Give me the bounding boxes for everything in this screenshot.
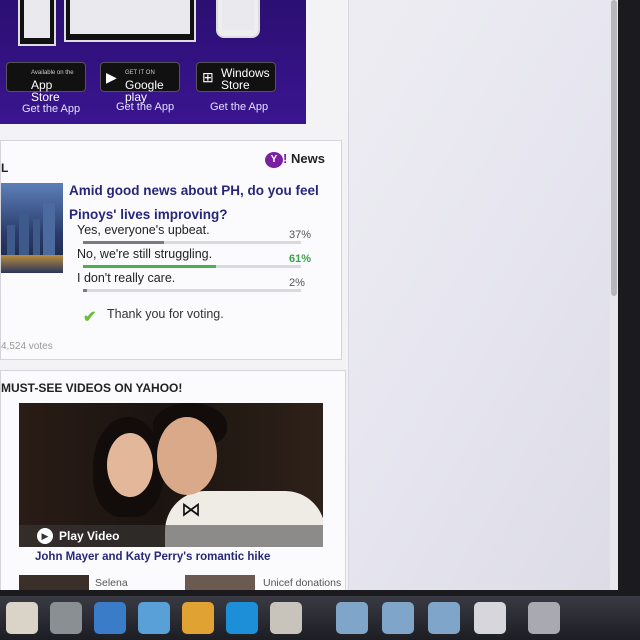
poll-result-bar [83, 265, 301, 268]
poll-result-bar [83, 241, 301, 244]
man-face [157, 417, 217, 495]
play-video-label[interactable]: Play Video [59, 529, 119, 543]
dock [0, 596, 640, 640]
dock-app-icon[interactable] [138, 602, 170, 634]
dock-app-icon[interactable] [182, 602, 214, 634]
folder-icon[interactable] [428, 602, 460, 634]
windows-store-badge[interactable]: ⊞ Windows Store [196, 62, 276, 92]
web-content-column: Available on the App Store ▶ GET IT ON G… [0, 0, 349, 590]
app-promo-banner: Available on the App Store ▶ GET IT ON G… [0, 0, 306, 124]
yahoo-news-logo[interactable]: Y! News [265, 151, 325, 168]
bowtie-icon: ⋈ [181, 499, 201, 521]
video-caption[interactable]: John Mayer and Katy Perry's romantic hik… [35, 551, 270, 563]
app-store-badge[interactable]: Available on the App Store [6, 62, 86, 103]
dock-app-icon[interactable] [50, 602, 82, 634]
laptop-device-image [64, 0, 196, 42]
poll-option-label: Yes, everyone's upbeat. [77, 223, 210, 237]
video-thumb[interactable] [19, 575, 89, 590]
folder-icon[interactable] [336, 602, 368, 634]
browser-screen: Available on the App Store ▶ GET IT ON G… [0, 0, 618, 590]
poll-option-percent: 37% [289, 229, 312, 241]
phone-device-image [216, 0, 260, 38]
yahoo-icon: Y [265, 151, 283, 168]
dock-app-icon[interactable] [94, 602, 126, 634]
tablet-device-image [18, 0, 56, 46]
dock-app-icon[interactable] [270, 602, 302, 634]
dock-app-icon[interactable] [474, 602, 506, 634]
city-skyline-image[interactable] [1, 183, 63, 273]
poll-card: L Y! News Amid good news about PH, do yo… [0, 140, 342, 360]
poll-option-percent: 61% [289, 253, 312, 265]
woman-face [107, 433, 153, 497]
poll-result-bar [83, 289, 301, 292]
dock-app-icon[interactable] [226, 602, 258, 634]
get-app-link[interactable]: Get the App [210, 101, 268, 113]
video-thumb[interactable] [185, 575, 255, 590]
badge-label: App Store [31, 78, 60, 104]
vote-count: 4,524 votes [1, 341, 53, 352]
checkmark-icon: ✔ [83, 309, 97, 326]
videos-heading: MUST-SEE VIDEOS ON YAHOO! [1, 381, 183, 395]
video-thumbnail[interactable]: ⋈ ▶ Play Video [19, 403, 323, 547]
poll-question[interactable]: Amid good news about PH, do you feel Pin… [69, 179, 337, 227]
poll-option-label: No, we're still struggling. [77, 247, 213, 261]
poll-option-label: I don't really care. [77, 271, 176, 285]
play-icon[interactable]: ▶ [37, 528, 53, 544]
brand-name: News [290, 151, 325, 166]
dock-app-icon[interactable] [6, 602, 38, 634]
scrollbar-thumb[interactable] [611, 0, 617, 296]
badge-label: Windows Store [221, 66, 270, 92]
video-thumb-label[interactable]: Unicef donations [263, 577, 341, 589]
videos-card: MUST-SEE VIDEOS ON YAHOO! ⋈ ▶ Play Video… [0, 370, 346, 590]
page-scrollbar[interactable] [610, 0, 618, 590]
folder-icon[interactable] [382, 602, 414, 634]
google-play-badge[interactable]: ▶ GET IT ON Google play [100, 62, 180, 103]
section-label: L [1, 161, 9, 175]
windows-icon: ⊞ [202, 69, 214, 85]
poll-option-percent: 2% [289, 277, 305, 289]
vote-confirmation: Thank you for voting. [107, 307, 224, 321]
trash-icon[interactable] [528, 602, 560, 634]
play-icon: ▶ [106, 69, 117, 85]
video-thumb-label[interactable]: Selena [95, 577, 128, 589]
apple-icon [12, 69, 26, 85]
get-app-link[interactable]: Get the App [116, 101, 174, 113]
get-app-link[interactable]: Get the App [22, 103, 80, 115]
